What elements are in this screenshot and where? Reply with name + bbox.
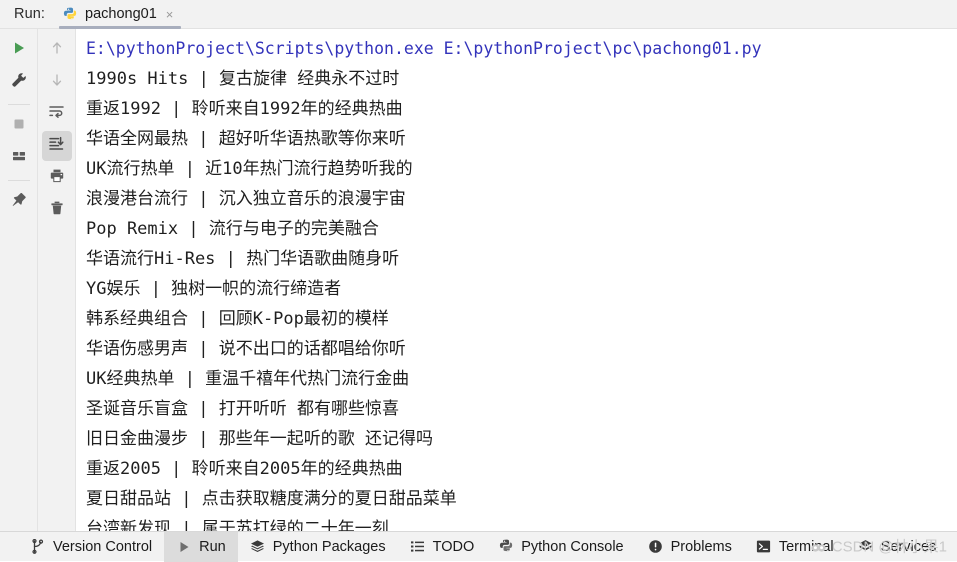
console-line: UK经典热单 | 重温千禧年代热门流行金曲 — [86, 369, 410, 389]
console-output-lines: 1990s Hits | 复古旋律 经典永不过时 重返1992 | 聆听来自199… — [76, 64, 957, 531]
console-line: Pop Remix | 流行与电子的完美融合 — [86, 219, 379, 239]
run-toolbar-primary — [0, 29, 38, 531]
toolbar-separator — [7, 104, 30, 105]
layers-icon — [250, 539, 266, 555]
console-line: 华语流行Hi-Res | 热门华语歌曲随身听 — [86, 249, 400, 269]
pin-tab-button[interactable] — [4, 187, 34, 217]
soft-wrap-button[interactable] — [42, 99, 72, 129]
toolbar-separator — [7, 180, 30, 181]
pin-icon — [11, 192, 27, 213]
printer-icon — [49, 168, 65, 189]
settings-button[interactable] — [4, 67, 34, 97]
statusbar-tab-problems[interactable]: Problems — [636, 532, 744, 562]
arrow-down-icon — [49, 72, 65, 93]
run-label: Run: — [14, 6, 46, 22]
statusbar-tab-version-control[interactable]: Version Control — [18, 532, 164, 562]
console-line: UK流行热单 | 近10年热门流行趋势听我的 — [86, 159, 413, 179]
arrow-up-icon — [49, 40, 65, 61]
console-line: 圣诞音乐盲盒 | 打开听听 都有哪些惊喜 — [86, 399, 399, 419]
wrench-icon — [11, 72, 27, 93]
console-line: 台湾新发现 | 属于苏打绿的二十年一刻 — [86, 519, 389, 531]
statusbar-tab-label: Run — [199, 538, 226, 555]
statusbar-tab-label: Python Console — [521, 538, 624, 555]
statusbar-tab-services[interactable]: Services — [846, 532, 949, 562]
statusbar-tab-terminal[interactable]: Terminal — [744, 532, 846, 562]
console-line: 重返2005 | 聆听来自2005年的经典热曲 — [86, 459, 403, 479]
console-line: 华语全网最热 | 超好听华语热歌等你来听 — [86, 129, 406, 149]
statusbar-tab-label: Python Packages — [272, 538, 386, 555]
play-icon — [176, 539, 192, 555]
tool-window-statusbar: Version Control Run Python Packages TODO Pyt… — [0, 531, 957, 562]
close-icon[interactable]: × — [164, 8, 176, 21]
console-command-line[interactable]: E:\pythonProject\Scripts\python.exe E:\p… — [76, 34, 957, 64]
console-line: 重返1992 | 聆听来自1992年的经典热曲 — [86, 99, 403, 119]
console-line: 韩系经典组合 | 回顾K-Pop最初的模样 — [86, 309, 389, 329]
statusbar-tab-label: TODO — [432, 538, 475, 555]
stop-square-icon — [11, 116, 27, 137]
list-icon — [410, 539, 426, 555]
statusbar-tab-python-console[interactable]: Python Console — [486, 532, 635, 562]
stop-button[interactable] — [4, 111, 34, 141]
prev-occurrence-button[interactable] — [42, 35, 72, 65]
trash-icon — [49, 200, 65, 221]
statusbar-tab-label: Services — [880, 538, 937, 555]
run-window-header: Run: pachong01 × — [0, 0, 957, 29]
statusbar-items: Version Control Run Python Packages TODO Pyt… — [18, 531, 949, 562]
run-tool-window: Run: pachong01 × E:\pythonProject\Script… — [0, 0, 957, 562]
soft-wrap-icon — [48, 103, 65, 125]
statusbar-tab-label: Version Control — [53, 538, 153, 555]
rerun-button[interactable] — [4, 35, 34, 65]
python-logo-icon — [498, 539, 514, 555]
tab-title: pachong01 — [85, 6, 157, 22]
services-icon — [858, 539, 874, 555]
console-line: 华语伤感男声 | 说不出口的话都唱给你听 — [86, 339, 406, 359]
console-output[interactable]: E:\pythonProject\Scripts\python.exe E:\p… — [76, 29, 957, 531]
layout-button[interactable] — [4, 143, 34, 173]
print-button[interactable] — [42, 163, 72, 193]
statusbar-tab-label: Terminal — [778, 538, 834, 555]
terminal-icon — [756, 539, 772, 555]
layout-panels-icon — [11, 148, 27, 169]
console-line: 浪漫港台流行 | 沉入独立音乐的浪漫宇宙 — [86, 189, 406, 209]
statusbar-tab-todo[interactable]: TODO — [398, 532, 487, 562]
branch-icon — [30, 539, 46, 555]
scroll-to-end-icon — [48, 135, 65, 157]
python-logo-icon — [63, 7, 78, 22]
console-line: 1990s Hits | 复古旋律 经典永不过时 — [86, 69, 400, 89]
run-window-body: E:\pythonProject\Scripts\python.exe E:\p… — [0, 29, 957, 531]
console-line: 旧日金曲漫步 | 那些年一起听的歌 还记得吗 — [86, 429, 433, 449]
statusbar-tab-label: Problems — [670, 538, 732, 555]
scroll-to-end-button[interactable] — [41, 131, 72, 161]
console-line: YG娱乐 | 独树一帜的流行缔造者 — [86, 279, 342, 299]
play-icon — [11, 40, 27, 61]
run-toolbar-secondary — [38, 29, 76, 531]
statusbar-tab-python-packages[interactable]: Python Packages — [238, 532, 398, 562]
next-occurrence-button[interactable] — [42, 67, 72, 97]
clear-all-button[interactable] — [42, 195, 72, 225]
run-tab-pachong01[interactable]: pachong01 × — [53, 0, 183, 29]
console-line: 夏日甜品站 | 点击获取糖度满分的夏日甜品菜单 — [86, 489, 457, 509]
statusbar-tab-run[interactable]: Run — [164, 531, 238, 562]
warning-circle-icon — [648, 539, 664, 555]
